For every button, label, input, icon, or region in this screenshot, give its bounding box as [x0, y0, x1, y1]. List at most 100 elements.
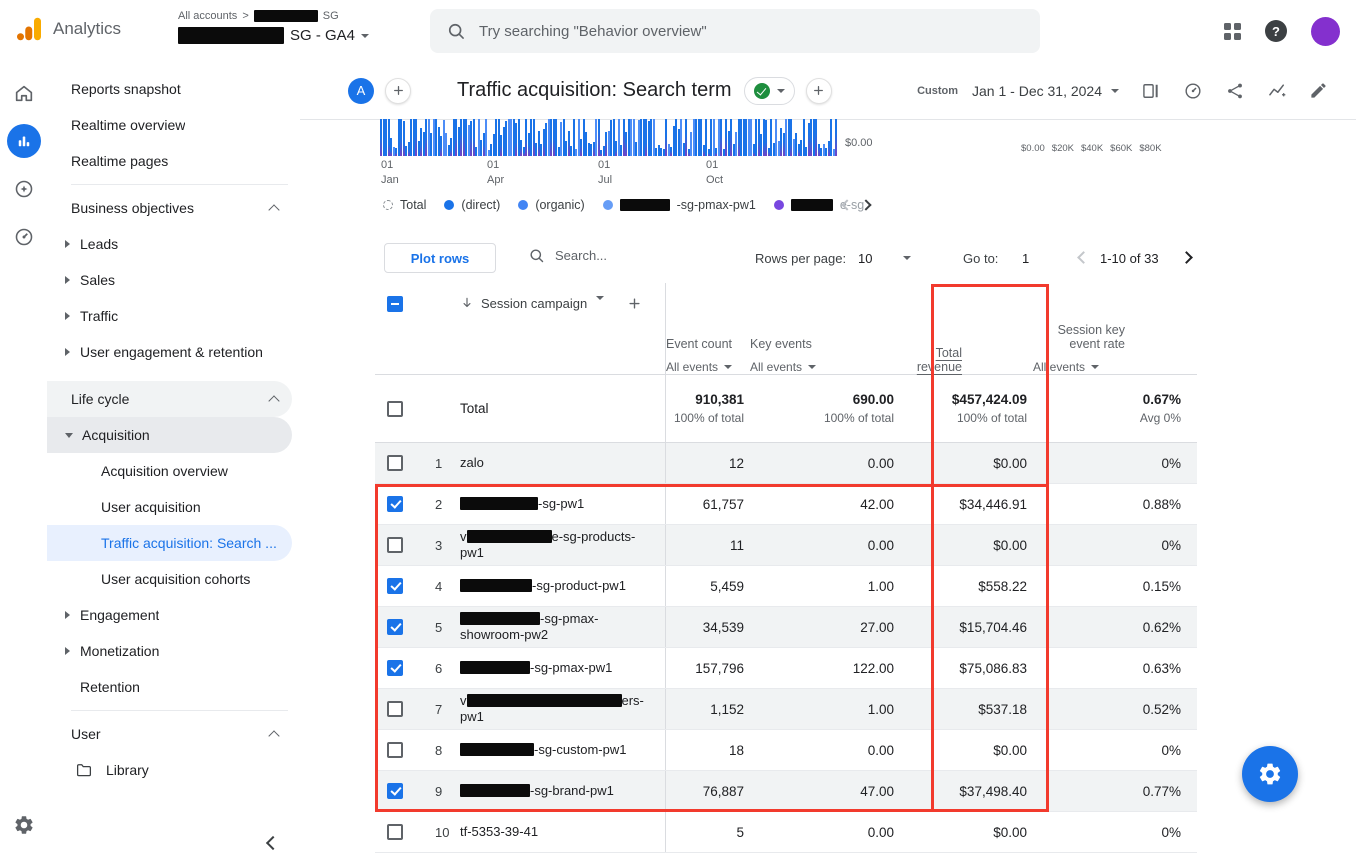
- global-search-input[interactable]: [479, 23, 1024, 40]
- edit-pencil-icon[interactable]: [1309, 81, 1328, 100]
- legend-item[interactable]: Total: [383, 198, 426, 212]
- select-all-checkbox[interactable]: [387, 296, 403, 312]
- rows-per-page-caret-icon[interactable]: [903, 256, 911, 260]
- row-checkbox[interactable]: [387, 701, 403, 717]
- rows-per-page-select[interactable]: 10: [858, 251, 872, 266]
- insights-fab-button[interactable]: [1242, 746, 1298, 802]
- row-checkbox[interactable]: [387, 619, 403, 635]
- column-header-event-count[interactable]: Event count All events: [665, 283, 750, 374]
- event-count-filter[interactable]: All events: [666, 360, 732, 374]
- user-avatar[interactable]: [1311, 17, 1340, 46]
- dimension-caret-icon[interactable]: [596, 296, 604, 300]
- nav-item-user-engagement-retention[interactable]: User engagement & retention: [47, 334, 292, 370]
- table-search[interactable]: [528, 247, 675, 264]
- campaign-name-cell: -sg-product-pw1: [450, 566, 665, 606]
- row-select-cell: [375, 689, 417, 729]
- apps-grid-icon[interactable]: [1224, 23, 1241, 40]
- advertising-icon[interactable]: [7, 220, 41, 254]
- compare-icon[interactable]: [1141, 81, 1161, 101]
- date-range-picker[interactable]: Jan 1 - Dec 31, 2024: [972, 83, 1119, 99]
- row-checkbox[interactable]: [387, 496, 403, 512]
- analytics-home-link[interactable]: Analytics: [14, 14, 121, 44]
- previous-page-icon[interactable]: [1077, 251, 1090, 264]
- nav-item-retention[interactable]: Retention: [47, 669, 292, 705]
- nav-section-business-objectives[interactable]: Business objectives: [47, 190, 292, 226]
- explore-icon[interactable]: [7, 172, 41, 206]
- report-status-badge[interactable]: [744, 77, 795, 105]
- legend-item[interactable]: (organic): [518, 198, 584, 212]
- admin-gear-icon[interactable]: [0, 814, 47, 836]
- breadcrumb-all-accounts[interactable]: All accounts: [178, 10, 237, 22]
- left-icon-rail: [0, 62, 47, 854]
- nav-item-monetization[interactable]: Monetization: [47, 633, 292, 669]
- nav-section-user[interactable]: User: [47, 716, 292, 752]
- benchmark-gauge-icon[interactable]: [1183, 81, 1203, 101]
- row-checkbox[interactable]: [387, 660, 403, 676]
- property-selector[interactable]: SG - GA4: [178, 27, 369, 44]
- key-events-value: 0.00: [750, 812, 900, 852]
- nav-section-life-cycle[interactable]: Life cycle: [47, 381, 292, 417]
- goto-page-input[interactable]: 1: [1022, 251, 1029, 266]
- column-header-key-events[interactable]: Key events All events: [750, 283, 900, 374]
- table-row: 1zalo120.00$0.000%: [375, 443, 1197, 484]
- nav-item-realtime-pages[interactable]: Realtime pages: [47, 143, 292, 179]
- nav-item-user-acquisition[interactable]: User acquisition: [47, 489, 292, 525]
- table-search-input[interactable]: [555, 248, 675, 263]
- column-header-session-key-event-rate[interactable]: Session key event rate All events: [1033, 283, 1197, 374]
- nav-item-traffic[interactable]: Traffic: [47, 298, 292, 334]
- segment-chip[interactable]: A: [348, 78, 374, 104]
- column-header-total-revenue[interactable]: Total revenue: [900, 283, 1033, 374]
- legend-label: Total: [400, 198, 426, 212]
- plot-rows-button[interactable]: Plot rows: [384, 243, 496, 273]
- dimension-header[interactable]: Session campaign: [450, 283, 665, 374]
- collapse-section-icon[interactable]: [268, 395, 279, 406]
- campaign-name-cell: vers-pw1: [450, 689, 665, 729]
- nav-item-engagement[interactable]: Engagement: [47, 597, 292, 633]
- global-search[interactable]: [430, 9, 1040, 53]
- nav-item-user-acquisition-cohorts[interactable]: User acquisition cohorts: [47, 561, 292, 597]
- row-checkbox[interactable]: [387, 824, 403, 840]
- redacted-text: [467, 530, 552, 543]
- session-key-event-rate-value: 0.88%: [1033, 484, 1197, 524]
- key-events-filter[interactable]: All events: [750, 360, 816, 374]
- row-checkbox[interactable]: [387, 783, 403, 799]
- account-switcher[interactable]: All accounts > SG SG - GA4: [178, 8, 369, 44]
- nav-item-reports-snapshot[interactable]: Reports snapshot: [47, 71, 292, 107]
- collapse-section-icon[interactable]: [268, 204, 279, 215]
- collapse-section-icon[interactable]: [268, 730, 279, 741]
- sort-descending-icon: [460, 296, 474, 310]
- nav-item-leads[interactable]: Leads: [47, 226, 292, 262]
- nav-item-realtime-overview[interactable]: Realtime overview: [47, 107, 292, 143]
- add-report-button[interactable]: [806, 78, 832, 104]
- row-checkbox[interactable]: [387, 742, 403, 758]
- timeseries-bars-chart: [380, 119, 838, 156]
- legend-item[interactable]: (direct): [444, 198, 500, 212]
- insights-icon[interactable]: [1267, 81, 1287, 101]
- total-row-checkbox[interactable]: [387, 401, 403, 417]
- row-checkbox[interactable]: [387, 455, 403, 471]
- nav-item-sales[interactable]: Sales: [47, 262, 292, 298]
- home-icon[interactable]: [7, 76, 41, 110]
- collapse-nav-icon[interactable]: [266, 836, 280, 850]
- expanded-icon: [65, 433, 73, 438]
- rate-filter[interactable]: All events: [1033, 360, 1099, 374]
- nav-item-acquisition-overview[interactable]: Acquisition overview: [47, 453, 292, 489]
- redacted-text: [460, 784, 530, 797]
- breadcrumb: All accounts > SG: [178, 8, 369, 24]
- table-row: 8-sg-custom-pw1180.00$0.000%: [375, 730, 1197, 771]
- share-icon[interactable]: [1225, 81, 1245, 101]
- reports-icon[interactable]: [7, 124, 41, 158]
- next-page-icon[interactable]: [1180, 251, 1193, 264]
- add-comparison-button[interactable]: [385, 78, 411, 104]
- add-dimension-icon[interactable]: [627, 296, 642, 311]
- nav-item-acquisition[interactable]: Acquisition: [47, 417, 292, 453]
- row-checkbox[interactable]: [387, 537, 403, 553]
- nav-item-traffic-acquisition-search[interactable]: Traffic acquisition: Search ...: [47, 525, 292, 561]
- redacted-text: [460, 743, 534, 756]
- help-icon[interactable]: ?: [1265, 20, 1287, 42]
- campaign-name: -sg-pw1: [460, 496, 584, 512]
- redacted-property-name: [178, 27, 284, 44]
- row-checkbox[interactable]: [387, 578, 403, 594]
- legend-item[interactable]: -sg-pmax-pw1: [603, 198, 756, 212]
- nav-item-library[interactable]: Library: [47, 752, 292, 788]
